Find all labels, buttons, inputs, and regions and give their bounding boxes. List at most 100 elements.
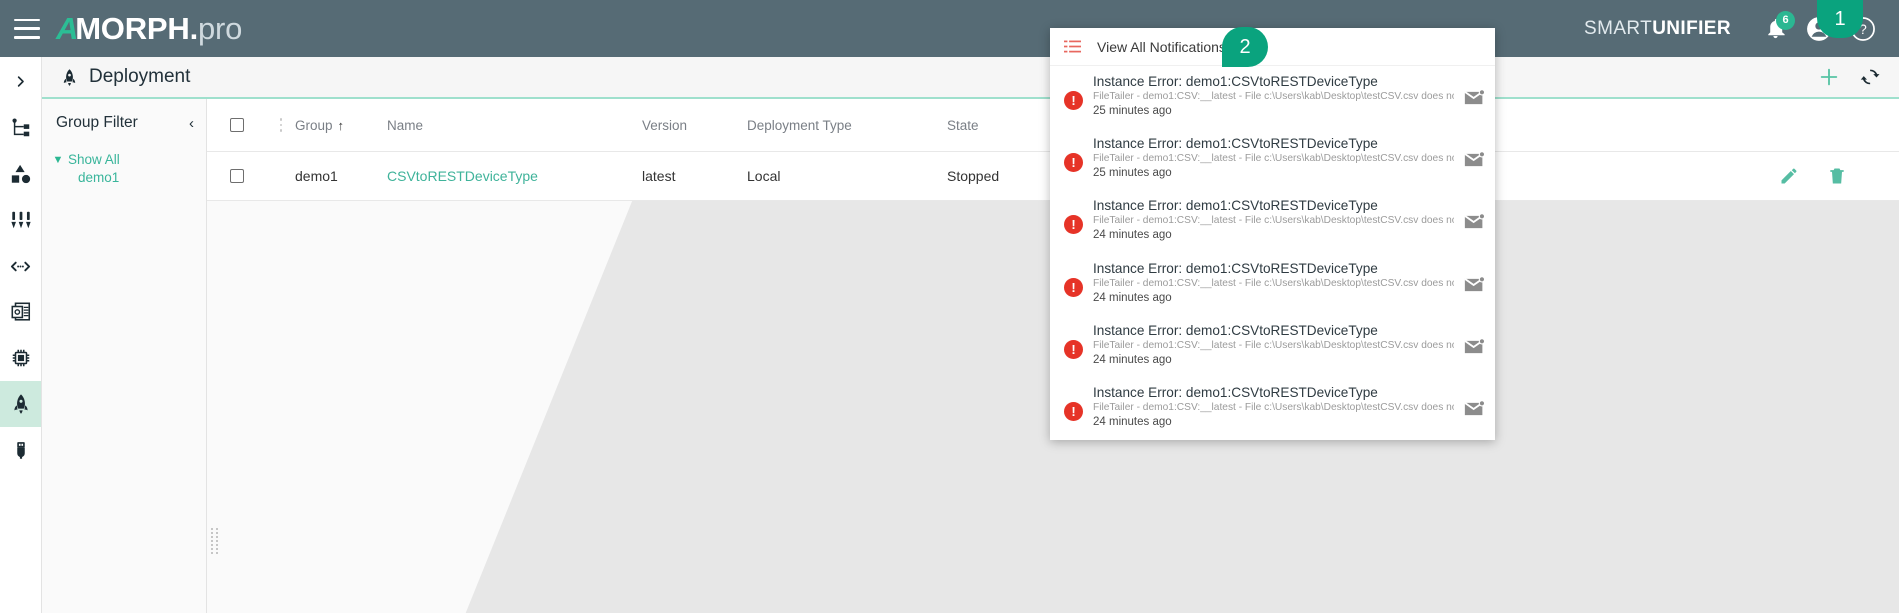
sidebar-item-deployment[interactable]	[0, 381, 41, 427]
column-options-icon[interactable]	[280, 118, 283, 132]
sidebar-item-expand[interactable]	[0, 57, 41, 105]
error-severity-icon: !	[1064, 278, 1083, 297]
left-icon-rail	[0, 57, 42, 613]
column-header-version[interactable]: Version	[642, 118, 747, 133]
notification-timestamp: 25 minutes ago	[1093, 105, 1454, 117]
edit-button[interactable]	[1779, 166, 1799, 186]
panel-resize-handle[interactable]	[211, 528, 219, 554]
callout-marker-2: 2	[1222, 27, 1268, 67]
chevron-down-icon: ▼	[52, 151, 64, 169]
notification-body: Instance Error: demo1:CSVtoRESTDeviceTyp…	[1093, 323, 1454, 366]
notification-body: Instance Error: demo1:CSVtoRESTDeviceTyp…	[1093, 136, 1454, 179]
sidebar-item-connectivity[interactable]	[0, 427, 41, 473]
sidebar-item-hierarchy[interactable]	[0, 105, 41, 151]
notification-count-badge: 6	[1776, 11, 1795, 30]
notification-title: Instance Error: demo1:CSVtoRESTDeviceTyp…	[1093, 323, 1454, 338]
group-filter-show-all[interactable]: ▼ Show All	[52, 151, 206, 169]
top-app-bar: AMORPH.pro SMARTUNIFIER 6 ?	[0, 0, 1899, 57]
sidebar-item-shapes[interactable]	[0, 151, 41, 197]
error-severity-icon: !	[1064, 91, 1083, 110]
deployment-name-link[interactable]: CSVtoRESTDeviceType	[387, 168, 538, 184]
notifications-dropdown-panel: View All Notifications ! Instance Error: …	[1050, 28, 1495, 440]
error-severity-icon: !	[1064, 153, 1083, 172]
usb-plug-icon	[11, 439, 31, 461]
column-header-group[interactable]: Group ↑	[295, 118, 387, 133]
edit-icon	[1779, 166, 1799, 186]
mark-as-read-button[interactable]	[1464, 214, 1485, 235]
mail-unread-icon	[1464, 214, 1485, 230]
notification-item[interactable]: !Instance Error: demo1:CSVtoRESTDeviceTy…	[1050, 190, 1495, 252]
cell-deployment-type: Local	[747, 168, 947, 184]
notification-item[interactable]: ! Instance Error: demo1:CSVtoRESTDeviceTy…	[1050, 66, 1495, 128]
notification-timestamp: 25 minutes ago	[1093, 167, 1454, 179]
group-filter-item-demo1[interactable]: demo1	[78, 169, 206, 187]
document-icon	[10, 301, 32, 323]
mail-unread-icon	[1464, 90, 1485, 106]
notification-item[interactable]: ! Instance Error: demo1:CSVtoRESTDeviceTy…	[1050, 128, 1495, 190]
mail-unread-icon	[1464, 401, 1485, 417]
mark-as-read-button[interactable]	[1464, 339, 1485, 360]
notification-item[interactable]: ! Instance Error: demo1:CSVtoRESTDeviceTy…	[1050, 315, 1495, 377]
mail-unread-icon	[1464, 339, 1485, 355]
mail-unread-icon	[1464, 152, 1485, 168]
notification-item[interactable]: ! Instance Error: demo1:CSVtoRESTDeviceTy…	[1050, 253, 1495, 315]
group-filter-show-all-label: Show All	[68, 151, 120, 169]
notification-title: Instance Error: demo1:CSVtoRESTDeviceTyp…	[1093, 136, 1454, 151]
sidebar-item-sliders[interactable]	[0, 197, 41, 243]
row-select-cell	[207, 169, 267, 183]
sync-icon	[1860, 66, 1882, 88]
rocket-icon	[60, 68, 79, 87]
group-filter-header: Group Filter ‹	[42, 99, 206, 147]
sidebar-item-information-model[interactable]	[0, 289, 41, 335]
refresh-button[interactable]	[1857, 63, 1885, 91]
notification-description: FileTailer - demo1:CSV:__latest - File c…	[1093, 215, 1454, 226]
notification-body: Instance Error: demo1:CSVtoRESTDeviceTyp…	[1093, 198, 1454, 241]
group-filter-panel: Group Filter ‹ ▼ Show All demo1	[42, 99, 207, 613]
notification-title: Instance Error: demo1:CSVtoRESTDeviceTyp…	[1093, 74, 1454, 89]
group-filter-tree: ▼ Show All demo1	[42, 147, 206, 187]
page-header-actions	[1815, 63, 1899, 91]
column-header-name[interactable]: Name	[387, 118, 642, 133]
mark-as-read-button[interactable]	[1464, 401, 1485, 422]
delete-button[interactable]	[1827, 166, 1847, 186]
logo-dot: .	[190, 11, 198, 47]
notification-body: Instance Error: demo1:CSVtoRESTDeviceTyp…	[1093, 261, 1454, 304]
notification-timestamp: 24 minutes ago	[1093, 354, 1454, 366]
sort-ascending-icon: ↑	[338, 118, 345, 133]
sidebar-item-device-type[interactable]	[0, 335, 41, 381]
callout-marker-1: 1	[1817, 0, 1863, 38]
view-all-notifications-row[interactable]: View All Notifications	[1050, 28, 1495, 66]
sidebar-item-communication[interactable]	[0, 243, 41, 289]
row-menu-header-cell	[267, 118, 295, 132]
select-all-checkbox[interactable]	[230, 118, 244, 132]
error-severity-icon: !	[1064, 340, 1083, 359]
sliders-icon	[10, 209, 32, 231]
error-severity-icon: !	[1064, 402, 1083, 421]
notification-title: Instance Error: demo1:CSVtoRESTDeviceTyp…	[1093, 198, 1454, 213]
row-actions	[1779, 166, 1899, 186]
notification-body: Instance Error: demo1:CSVtoRESTDeviceTyp…	[1093, 74, 1454, 117]
mark-as-read-button[interactable]	[1464, 152, 1485, 173]
group-filter-collapse-button[interactable]: ‹	[189, 116, 194, 131]
mark-as-read-button[interactable]	[1464, 277, 1485, 298]
notification-item[interactable]: ! Instance Error: demo1:CSVtoRESTDeviceTy…	[1050, 377, 1495, 439]
mark-as-read-button[interactable]	[1464, 90, 1485, 111]
notification-list: ! Instance Error: demo1:CSVtoRESTDeviceTy…	[1050, 66, 1495, 439]
notification-title: Instance Error: demo1:CSVtoRESTDeviceTyp…	[1093, 385, 1454, 400]
select-all-cell	[207, 118, 267, 132]
amorph-pro-logo[interactable]: AMORPH.pro	[56, 11, 242, 47]
notification-description: FileTailer - demo1:CSV:__latest - File c…	[1093, 278, 1454, 289]
hamburger-menu-icon[interactable]	[14, 19, 40, 39]
notifications-bell-button[interactable]: 6	[1753, 7, 1797, 51]
chip-icon	[10, 347, 32, 369]
rocket-icon	[10, 393, 32, 415]
notification-description: FileTailer - demo1:CSV:__latest - File c…	[1093, 91, 1454, 102]
mail-unread-icon	[1464, 277, 1485, 293]
page-title: Deployment	[89, 66, 190, 88]
cell-name: CSVtoRESTDeviceType	[387, 168, 642, 184]
row-checkbox[interactable]	[230, 169, 244, 183]
logo-pro: pro	[198, 11, 242, 47]
add-deployment-button[interactable]	[1815, 63, 1843, 91]
column-header-group-label: Group	[295, 118, 333, 133]
column-header-deployment-type[interactable]: Deployment Type	[747, 118, 947, 133]
